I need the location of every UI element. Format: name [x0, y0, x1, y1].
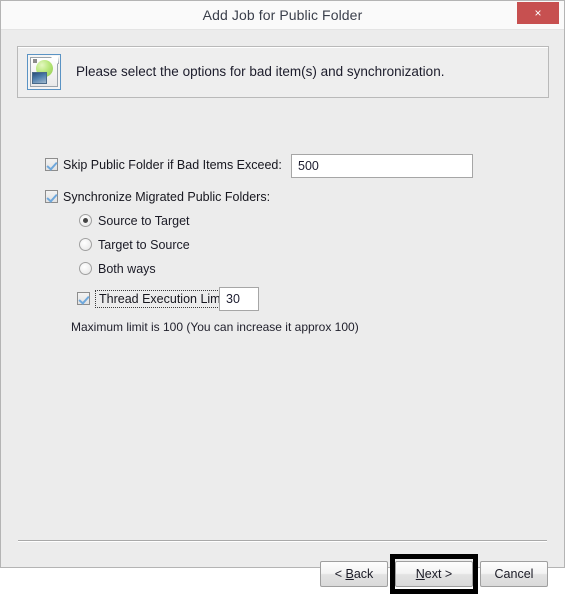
- thread-limit-row: Thread Execution Limit :: [77, 290, 238, 308]
- synchronize-label: Synchronize Migrated Public Folders:: [63, 190, 271, 204]
- bad-items-threshold-input[interactable]: [291, 154, 473, 178]
- back-button[interactable]: < Back: [320, 561, 388, 587]
- options-form: Skip Public Folder if Bad Items Exceed: …: [1, 98, 564, 567]
- thread-limit-checkbox[interactable]: [77, 292, 90, 305]
- radio-both-ways-label: Both ways: [98, 262, 156, 276]
- synchronize-checkbox[interactable]: [45, 190, 58, 203]
- thread-limit-label: Thread Execution Limit :: [95, 290, 238, 308]
- thread-limit-input[interactable]: [219, 287, 259, 311]
- title-bar: Add Job for Public Folder ×: [1, 1, 564, 30]
- page-title: Add Job for Public Folder: [202, 7, 363, 23]
- radio-source-to-target[interactable]: Source to Target: [79, 214, 190, 228]
- instruction-text: Please select the options for bad item(s…: [76, 64, 445, 79]
- skip-bad-items-row: Skip Public Folder if Bad Items Exceed:: [45, 158, 282, 172]
- cancel-button[interactable]: Cancel: [480, 561, 548, 587]
- dialog-window: Add Job for Public Folder × Please selec…: [0, 0, 565, 594]
- radio-source-to-target-label: Source to Target: [98, 214, 190, 228]
- radio-target-to-source[interactable]: Target to Source: [79, 238, 190, 252]
- footer-divider: [18, 540, 547, 542]
- skip-bad-items-label: Skip Public Folder if Bad Items Exceed:: [63, 158, 282, 172]
- thread-limit-hint: Maximum limit is 100 (You can increase i…: [71, 320, 359, 334]
- close-icon[interactable]: ×: [517, 2, 559, 24]
- document-image-icon: [27, 54, 61, 90]
- radio-both-ways[interactable]: Both ways: [79, 262, 156, 276]
- next-button[interactable]: Next >: [395, 561, 473, 587]
- radio-both-ways-indicator[interactable]: [79, 262, 92, 275]
- skip-bad-items-checkbox[interactable]: [45, 158, 58, 171]
- synchronize-row: Synchronize Migrated Public Folders:: [45, 190, 270, 204]
- radio-target-to-source-indicator[interactable]: [79, 238, 92, 251]
- header-banner: Please select the options for bad item(s…: [17, 46, 549, 98]
- radio-source-to-target-indicator[interactable]: [79, 214, 92, 227]
- radio-target-to-source-label: Target to Source: [98, 238, 190, 252]
- dialog-body: Please select the options for bad item(s…: [1, 30, 564, 594]
